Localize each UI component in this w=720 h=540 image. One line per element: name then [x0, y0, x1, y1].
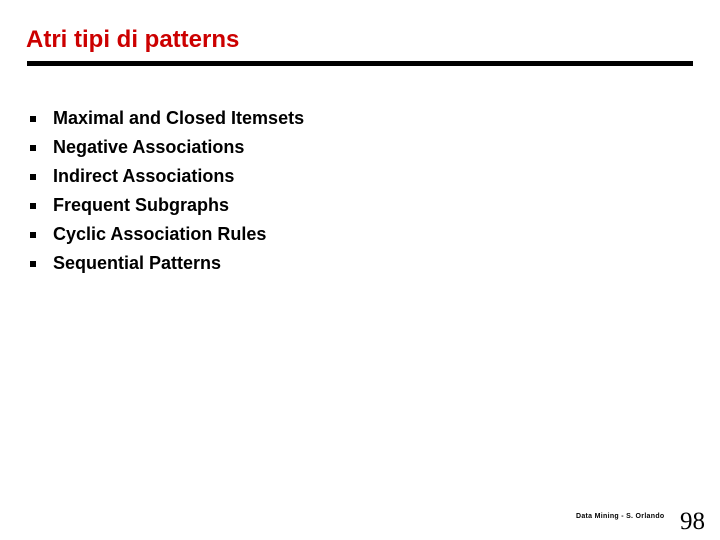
page-number: 98	[680, 508, 705, 535]
square-bullet-icon	[30, 203, 36, 209]
square-bullet-icon	[30, 232, 36, 238]
list-item-label: Cyclic Association Rules	[53, 224, 267, 244]
page-title: Atri tipi di patterns	[26, 26, 240, 53]
list-item: Cyclic Association Rules	[28, 220, 688, 249]
square-bullet-icon	[30, 261, 36, 267]
list-item: Negative Associations	[28, 133, 688, 162]
title-divider	[27, 61, 693, 66]
list-item: Sequential Patterns	[28, 249, 688, 278]
bullet-list: Maximal and Closed Itemsets Negative Ass…	[28, 104, 688, 278]
square-bullet-icon	[30, 145, 36, 151]
list-item: Indirect Associations	[28, 162, 688, 191]
list-item-label: Frequent Subgraphs	[53, 195, 230, 215]
list-item-label: Sequential Patterns	[53, 253, 222, 273]
footer-credit: Data Mining - S. Orlando	[576, 513, 665, 520]
square-bullet-icon	[30, 116, 36, 122]
list-item-label: Negative Associations	[53, 137, 245, 157]
list-item: Frequent Subgraphs	[28, 191, 688, 220]
list-item-label: Maximal and Closed Itemsets	[53, 108, 305, 128]
square-bullet-icon	[30, 174, 36, 180]
list-item: Maximal and Closed Itemsets	[28, 104, 688, 133]
list-item-label: Indirect Associations	[53, 166, 235, 186]
slide-canvas: Atri tipi di patterns Maximal and Closed…	[0, 0, 720, 540]
